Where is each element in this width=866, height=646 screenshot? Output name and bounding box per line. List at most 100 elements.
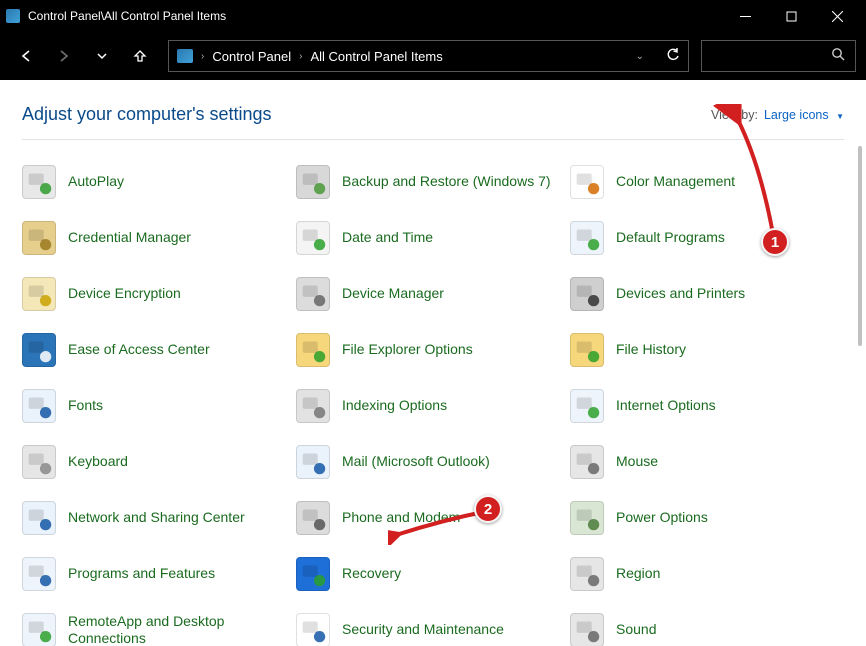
item-icon bbox=[570, 613, 604, 646]
title-bar: Control Panel\All Control Panel Items bbox=[0, 0, 866, 32]
item-icon bbox=[570, 277, 604, 311]
view-by-label: View by: bbox=[711, 108, 758, 122]
item-icon bbox=[22, 501, 56, 535]
item-label: Security and Maintenance bbox=[342, 621, 504, 639]
chevron-down-icon[interactable]: ⌄ bbox=[636, 51, 644, 62]
control-panel-item[interactable]: Power Options bbox=[570, 500, 834, 536]
address-icon bbox=[177, 49, 193, 63]
item-label: Ease of Access Center bbox=[68, 341, 210, 359]
item-icon bbox=[22, 277, 56, 311]
control-panel-item[interactable]: Date and Time bbox=[296, 220, 560, 256]
control-panel-item[interactable]: Mouse bbox=[570, 444, 834, 480]
item-label: Color Management bbox=[616, 173, 735, 191]
control-panel-item[interactable]: Region bbox=[570, 556, 834, 592]
item-icon bbox=[296, 389, 330, 423]
page-title: Adjust your computer's settings bbox=[22, 104, 711, 125]
item-label: File History bbox=[616, 341, 686, 359]
control-panel-item[interactable]: Devices and Printers bbox=[570, 276, 834, 312]
control-panel-item[interactable]: Credential Manager bbox=[22, 220, 286, 256]
control-panel-item[interactable]: File Explorer Options bbox=[296, 332, 560, 368]
control-panel-item[interactable]: Recovery bbox=[296, 556, 560, 592]
up-button[interactable] bbox=[124, 40, 156, 72]
chevron-right-icon: › bbox=[201, 51, 204, 62]
item-label: Mouse bbox=[616, 453, 658, 471]
item-icon bbox=[22, 165, 56, 199]
control-panel-item[interactable]: Mail (Microsoft Outlook) bbox=[296, 444, 560, 480]
item-label: Date and Time bbox=[342, 229, 433, 247]
item-label: Mail (Microsoft Outlook) bbox=[342, 453, 490, 471]
annotation-marker-2: 2 bbox=[474, 495, 502, 523]
control-panel-item[interactable]: Device Manager bbox=[296, 276, 560, 312]
search-box[interactable] bbox=[701, 40, 856, 72]
control-panel-item[interactable]: Programs and Features bbox=[22, 556, 286, 592]
item-icon bbox=[570, 557, 604, 591]
control-panel-item[interactable]: File History bbox=[570, 332, 834, 368]
item-label: Region bbox=[616, 565, 660, 583]
breadcrumb-segment[interactable]: All Control Panel Items bbox=[310, 49, 442, 64]
control-panel-item[interactable]: Phone and Modem bbox=[296, 500, 560, 536]
item-icon bbox=[296, 613, 330, 646]
control-panel-item[interactable]: Color Management bbox=[570, 164, 834, 200]
refresh-button[interactable] bbox=[666, 48, 680, 65]
control-panel-item[interactable]: Default Programs bbox=[570, 220, 834, 256]
chevron-down-icon: ▼ bbox=[836, 112, 844, 121]
control-panel-item[interactable]: Keyboard bbox=[22, 444, 286, 480]
breadcrumb-segment[interactable]: Control Panel bbox=[212, 49, 291, 64]
back-button[interactable] bbox=[10, 40, 42, 72]
maximize-button[interactable] bbox=[768, 0, 814, 32]
control-panel-item[interactable]: RemoteApp and Desktop Connections bbox=[22, 612, 286, 646]
view-by-dropdown[interactable]: Large icons ▼ bbox=[764, 108, 844, 122]
item-icon bbox=[22, 333, 56, 367]
item-label: Fonts bbox=[68, 397, 103, 415]
items-grid: AutoPlay Backup and Restore (Windows 7) Co… bbox=[22, 164, 844, 646]
item-icon bbox=[22, 445, 56, 479]
control-panel-item[interactable]: Sound bbox=[570, 612, 834, 646]
item-icon bbox=[570, 333, 604, 367]
item-icon bbox=[296, 445, 330, 479]
item-label: Recovery bbox=[342, 565, 401, 583]
control-panel-item[interactable]: Internet Options bbox=[570, 388, 834, 424]
item-label: File Explorer Options bbox=[342, 341, 473, 359]
item-label: Credential Manager bbox=[68, 229, 191, 247]
control-panel-item[interactable]: Backup and Restore (Windows 7) bbox=[296, 164, 560, 200]
scroll-thumb[interactable] bbox=[858, 146, 862, 346]
control-panel-item[interactable]: Device Encryption bbox=[22, 276, 286, 312]
control-panel-item[interactable]: Fonts bbox=[22, 388, 286, 424]
control-panel-item[interactable]: AutoPlay bbox=[22, 164, 286, 200]
control-panel-item[interactable]: Security and Maintenance bbox=[296, 612, 560, 646]
forward-button[interactable] bbox=[48, 40, 80, 72]
item-icon bbox=[22, 389, 56, 423]
item-label: Power Options bbox=[616, 509, 708, 527]
item-icon bbox=[296, 165, 330, 199]
item-label: Default Programs bbox=[616, 229, 725, 247]
item-icon bbox=[22, 221, 56, 255]
minimize-button[interactable] bbox=[722, 0, 768, 32]
recent-dropdown[interactable] bbox=[86, 40, 118, 72]
scrollbar[interactable] bbox=[856, 140, 864, 640]
item-label: Keyboard bbox=[68, 453, 128, 471]
item-label: Internet Options bbox=[616, 397, 716, 415]
control-panel-item[interactable]: Network and Sharing Center bbox=[22, 500, 286, 536]
divider bbox=[22, 139, 844, 140]
nav-bar: › Control Panel › All Control Panel Item… bbox=[0, 32, 866, 80]
app-icon bbox=[6, 9, 20, 23]
item-icon bbox=[22, 557, 56, 591]
control-panel-item[interactable]: Indexing Options bbox=[296, 388, 560, 424]
address-bar[interactable]: › Control Panel › All Control Panel Item… bbox=[168, 40, 689, 72]
item-icon bbox=[570, 221, 604, 255]
content-area: Adjust your computer's settings View by:… bbox=[0, 80, 866, 646]
item-label: Devices and Printers bbox=[616, 285, 745, 303]
window-title: Control Panel\All Control Panel Items bbox=[28, 9, 722, 23]
annotation-marker-1: 1 bbox=[761, 228, 789, 256]
search-icon bbox=[831, 47, 845, 66]
item-icon bbox=[296, 277, 330, 311]
close-button[interactable] bbox=[814, 0, 860, 32]
item-label: Backup and Restore (Windows 7) bbox=[342, 173, 551, 191]
item-icon bbox=[570, 445, 604, 479]
control-panel-item[interactable]: Ease of Access Center bbox=[22, 332, 286, 368]
item-icon bbox=[22, 613, 56, 646]
item-label: Programs and Features bbox=[68, 565, 215, 583]
item-label: Sound bbox=[616, 621, 656, 639]
item-icon bbox=[570, 165, 604, 199]
item-icon bbox=[296, 333, 330, 367]
